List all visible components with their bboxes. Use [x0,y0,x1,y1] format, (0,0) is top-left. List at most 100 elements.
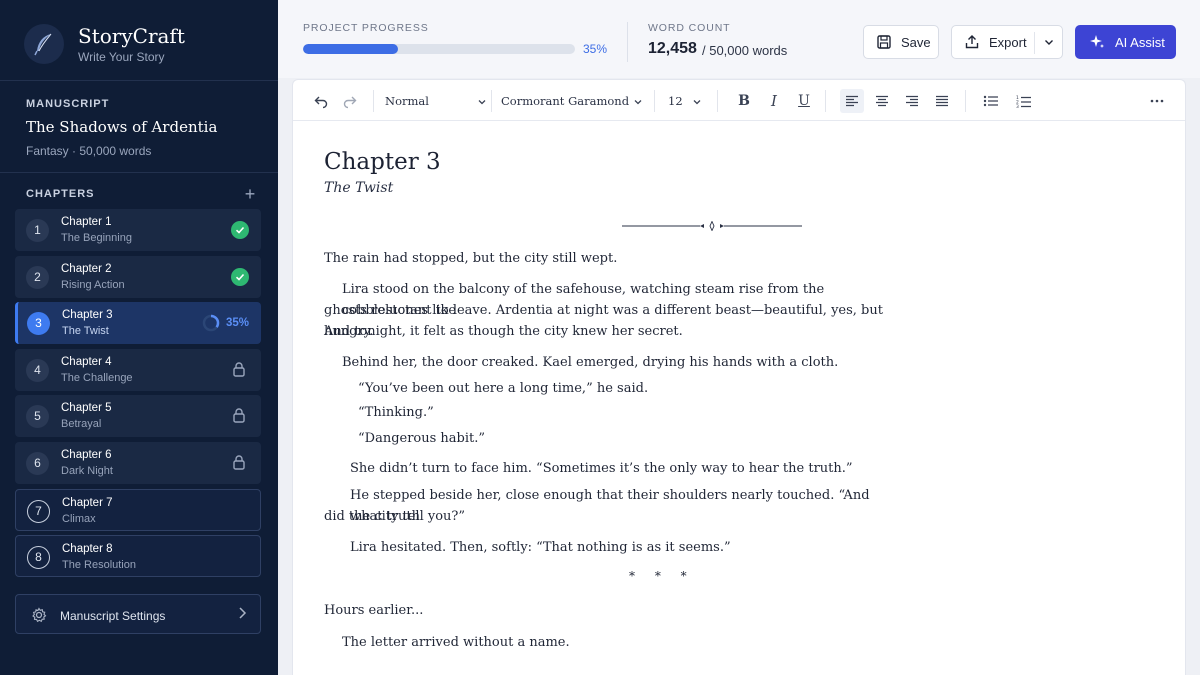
undo-icon[interactable] [312,92,330,110]
complete-check-icon [231,267,249,286]
sidebar: StoryCraft Write Your Story MANUSCRIPT T… [0,0,278,675]
add-chapter-icon[interactable]: + [242,185,258,203]
chevron-down-icon [477,96,487,110]
chapter-title: Chapter 2 [61,262,112,275]
chapter-item-6[interactable]: 6 Chapter 6 Dark Night [15,441,261,484]
numbered-list-icon[interactable]: 123 [1015,92,1033,110]
italic-icon[interactable]: I [765,92,783,110]
align-left-icon[interactable] [840,89,864,113]
paragraph: did the city tell you?” [324,509,466,524]
brand[interactable]: StoryCraft Write Your Story [24,22,185,66]
paragraph: “Dangerous habit.” [358,431,486,446]
chapter-number: 8 [27,546,50,570]
divider [965,90,966,112]
chapter-number: 4 [26,358,49,382]
chevron-down-icon[interactable] [1043,36,1055,51]
document-body[interactable]: Chapter 3 The Twist The rain had stopped… [324,146,894,650]
chapter-item-8[interactable]: 8 Chapter 8 The Resolution [15,535,261,578]
chapter-list: 1 Chapter 1 The Beginning 2 Chapter 2 Ri… [15,209,261,582]
chapter-title: Chapter 7 [62,496,113,509]
word-count-label: WORD COUNT [648,22,731,34]
chapter-subtitle: The Twist [62,325,109,338]
upload-icon [964,34,980,50]
chapter-number: 2 [26,265,49,289]
chapter-item-1[interactable]: 1 Chapter 1 The Beginning [15,209,261,251]
chapter-subtitle: Betrayal [61,418,102,431]
chapter-subtitle: The Beginning [61,232,132,244]
paragraph: Lira hesitated. Then, softly: “That noth… [350,540,731,555]
chapter-subtitle: Dark Night [61,464,113,477]
bold-icon[interactable]: B [735,92,753,110]
quill-logo-icon [24,24,64,64]
export-button[interactable]: Export [951,25,1063,59]
scene-break: * * * [629,569,695,583]
align-center-icon[interactable] [873,92,891,110]
brand-tagline: Write Your Story [78,50,165,64]
chapter-heading: Chapter 3 [324,149,441,175]
lock-icon [231,361,249,379]
paragraph: “Thinking.” [358,405,434,420]
bullet-list-icon[interactable] [982,92,1000,110]
word-count-total: / 50,000 words [702,43,788,58]
ai-assist-button[interactable]: AI Assist [1075,25,1176,59]
settings-label: Manuscript Settings [60,609,166,623]
chapter-subtitle: Climax [62,512,96,525]
divider [717,90,718,112]
paragraph: And tonight, it felt as though the city … [324,324,683,339]
font-size-select[interactable]: 12 [668,88,702,114]
save-button[interactable]: Save [863,25,939,59]
manuscript-label: MANUSCRIPT [26,98,110,110]
paragraph: The letter arrived without a name. [342,635,570,650]
sparkle-icon [1088,33,1106,51]
redo-icon[interactable] [341,92,359,110]
chapter-item-4[interactable]: 4 Chapter 4 The Challenge [15,348,261,391]
ai-assist-label: AI Assist [1115,34,1165,50]
underline-icon[interactable]: U [795,92,813,110]
divider [825,90,826,112]
formatting-toolbar: Normal Cormorant Garamond 12 B I U 1 2 3 [293,80,1185,121]
chapter-progress: 35% [202,314,249,332]
chapter-item-5[interactable]: 5 Chapter 5 Betrayal [15,395,261,438]
gear-icon [31,607,47,628]
more-options-icon[interactable] [1148,92,1166,110]
manuscript-meta: Fantasy · 50,000 words [26,144,152,158]
lock-icon [231,407,249,425]
project-progress-bar [303,44,575,54]
paragraph: She didn’t turn to face him. “Sometimes … [350,461,853,476]
paragraph-style-select[interactable]: Normal [385,88,487,114]
chapters-label: CHAPTERS [26,188,95,200]
chapter-subheading: The Twist [324,180,394,196]
project-progress-fill [303,44,399,54]
manuscript-settings-button[interactable]: Manuscript Settings [15,594,261,634]
divider [0,172,278,173]
chevron-right-icon [237,606,247,623]
complete-check-icon [231,221,249,239]
divider [0,80,278,81]
paragraph: Behind her, the door creaked. Kael emerg… [342,355,839,370]
chapter-number: 7 [27,499,50,523]
paragraph-style-value: Normal [385,94,429,108]
export-label: Export [989,34,1027,50]
ornament-divider-icon [622,216,802,235]
chevron-down-icon [633,96,643,110]
lock-icon [231,454,249,472]
chapter-title: Chapter 6 [61,448,112,461]
chapter-number: 1 [26,219,49,242]
project-progress-label: PROJECT PROGRESS [303,22,429,34]
chapter-number: 6 [26,451,49,475]
chapter-number: 5 [26,405,49,429]
chapter-title: Chapter 1 [61,216,112,228]
paragraph: The rain had stopped, but the city still… [324,251,618,266]
chapter-item-2[interactable]: 2 Chapter 2 Rising Action [15,255,261,298]
align-justify-icon[interactable] [933,92,951,110]
chevron-down-icon [692,96,702,110]
chapter-title: Chapter 5 [61,402,112,415]
paragraph: “You’ve been out here a long time,” he s… [358,381,649,396]
align-right-icon[interactable] [903,92,921,110]
manuscript-title: The Shadows of Ardentia [26,118,218,136]
font-family-select[interactable]: Cormorant Garamond [501,88,643,114]
chapter-item-3[interactable]: 3 Chapter 3 The Twist 35% [15,302,261,345]
divider [1034,32,1035,54]
chapter-item-7[interactable]: 7 Chapter 7 Climax [15,488,261,531]
chapter-number: 3 [27,312,50,336]
